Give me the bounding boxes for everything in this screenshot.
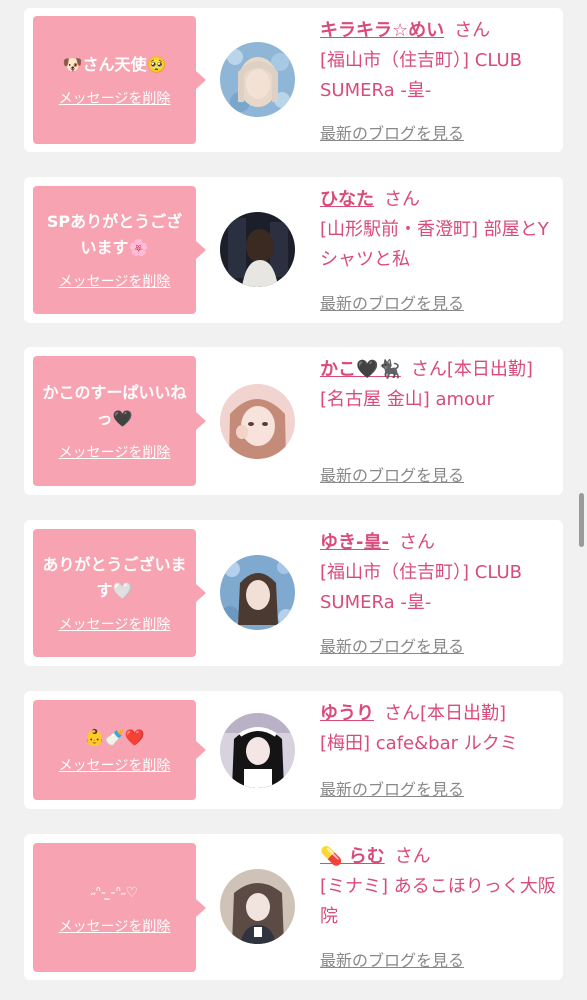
honorific: さん bbox=[384, 703, 420, 724]
message-text: ありがとうございます🤍 bbox=[42, 555, 187, 600]
cast-name-link[interactable]: 💊 らむ bbox=[320, 846, 385, 867]
message-card: かこのすーぱいいねっ🖤 メッセージを削除 かこ🖤🐈‍⬛ さん[本日出勤] [名古屋… bbox=[24, 347, 563, 495]
message-card: ˶ᐢ- ̫-ᐢ˶♡ メッセージを削除 💊 らむ さん [ミナミ] あるこほりっく大… bbox=[24, 834, 563, 980]
message-bubble: SPありがとうございます🌸 メッセージを削除 bbox=[33, 186, 206, 314]
cast-name-line: ゆき-皇- さん bbox=[320, 528, 558, 558]
cast-avatar[interactable] bbox=[220, 384, 295, 459]
latest-blog-link[interactable]: 最新のブログを見る bbox=[320, 462, 464, 486]
work-status: [本日出勤] bbox=[420, 703, 507, 724]
message-bubble: 🐶さん天使🥺 メッセージを削除 bbox=[33, 16, 206, 144]
honorific: さん bbox=[384, 189, 420, 210]
cast-name-link[interactable]: かこ🖤🐈‍⬛ bbox=[320, 359, 401, 380]
girl-photo-maid-avatar bbox=[220, 713, 295, 788]
girl-photo-uniform-avatar bbox=[220, 869, 295, 944]
delete-message-link[interactable]: メッセージを削除 bbox=[59, 88, 171, 108]
shop-name: [福山市（住吉町）] CLUB SUMERa -皇- bbox=[320, 562, 522, 613]
honorific: さん bbox=[394, 846, 431, 867]
cast-name-line: 💊 らむ さん bbox=[320, 842, 558, 872]
cast-name-line: かこ🖤🐈‍⬛ さん[本日出勤] bbox=[320, 355, 558, 385]
girl-photo-blue-avatar bbox=[220, 555, 295, 630]
cast-info: 💊 らむ さん [ミナミ] あるこほりっく大阪院 bbox=[320, 842, 558, 932]
cast-info: かこ🖤🐈‍⬛ さん[本日出勤] [名古屋 金山] amour bbox=[320, 355, 558, 415]
cast-avatar[interactable] bbox=[220, 555, 295, 630]
cast-name-line: キラキラ☆めい さん bbox=[320, 16, 558, 46]
cast-name-line: ゆうり さん[本日出勤] bbox=[320, 699, 558, 729]
message-card: 👶🍼❤️ メッセージを削除 ゆうり さん[本日出勤] [梅田] cafe&bar … bbox=[24, 691, 563, 809]
message-text: SPありがとうございます🌸 bbox=[46, 212, 183, 257]
cast-info: キラキラ☆めい さん [福山市（住吉町）] CLUB SUMERa -皇- bbox=[320, 16, 558, 106]
message-bubble: 👶🍼❤️ メッセージを削除 bbox=[33, 700, 206, 800]
shop-name: [ミナミ] あるこほりっく大阪院 bbox=[320, 876, 556, 927]
latest-blog-link[interactable]: 最新のブログを見る bbox=[320, 776, 464, 800]
message-card: ありがとうございます🤍 メッセージを削除 ゆき-皇- さん [福山市（住吉町）] … bbox=[24, 520, 563, 666]
message-text: かこのすーぱいいねっ🖤 bbox=[42, 383, 187, 428]
cast-name-link[interactable]: ゆき-皇- bbox=[320, 532, 389, 553]
honorific: さん bbox=[410, 359, 447, 380]
message-bubble: ありがとうございます🤍 メッセージを削除 bbox=[33, 529, 206, 657]
message-bubble: かこのすーぱいいねっ🖤 メッセージを削除 bbox=[33, 356, 206, 486]
message-text: ˶ᐢ- ̫-ᐢ˶♡ bbox=[90, 884, 139, 901]
girl-photo-blonde-avatar bbox=[220, 42, 295, 117]
delete-message-link[interactable]: メッセージを削除 bbox=[59, 271, 171, 291]
cast-name-link[interactable]: ゆうり bbox=[320, 703, 374, 724]
cast-info: ゆうり さん[本日出勤] [梅田] cafe&bar ルクミ bbox=[320, 699, 558, 759]
delete-message-link[interactable]: メッセージを削除 bbox=[59, 916, 171, 936]
message-text: 🐶さん天使🥺 bbox=[62, 55, 167, 74]
shop-name: [梅田] cafe&bar ルクミ bbox=[320, 733, 518, 754]
girl-photo-pink-avatar bbox=[220, 384, 295, 459]
cast-avatar[interactable] bbox=[220, 713, 295, 788]
latest-blog-link[interactable]: 最新のブログを見る bbox=[320, 120, 464, 144]
honorific: さん bbox=[398, 532, 435, 553]
cast-name-line: ひなた さん bbox=[320, 185, 558, 215]
girl-photo-dark-avatar bbox=[220, 212, 295, 287]
shop-name: [名古屋 金山] amour bbox=[320, 389, 494, 410]
shop-name: [山形駅前・香澄町] 部屋とYシャツと私 bbox=[320, 219, 549, 270]
cast-avatar[interactable] bbox=[220, 869, 295, 944]
cast-info: ひなた さん [山形駅前・香澄町] 部屋とYシャツと私 bbox=[320, 185, 558, 275]
cast-avatar[interactable] bbox=[220, 42, 295, 117]
message-bubble: ˶ᐢ- ̫-ᐢ˶♡ メッセージを削除 bbox=[33, 843, 206, 972]
delete-message-link[interactable]: メッセージを削除 bbox=[59, 442, 171, 462]
latest-blog-link[interactable]: 最新のブログを見る bbox=[320, 633, 464, 657]
work-status: [本日出勤] bbox=[446, 359, 533, 380]
scrollbar-thumb[interactable] bbox=[579, 493, 584, 547]
shop-name: [福山市（住吉町）] CLUB SUMERa -皇- bbox=[320, 50, 522, 101]
message-card: SPありがとうございます🌸 メッセージを削除 ひなた さん [山形駅前・香澄町] … bbox=[24, 177, 563, 323]
cast-name-link[interactable]: ひなた bbox=[320, 189, 374, 210]
latest-blog-link[interactable]: 最新のブログを見る bbox=[320, 290, 464, 314]
cast-name-link[interactable]: キラキラ☆めい bbox=[320, 20, 444, 41]
honorific: さん bbox=[454, 20, 491, 41]
delete-message-link[interactable]: メッセージを削除 bbox=[59, 755, 171, 775]
latest-blog-link[interactable]: 最新のブログを見る bbox=[320, 947, 464, 971]
cast-avatar[interactable] bbox=[220, 212, 295, 287]
delete-message-link[interactable]: メッセージを削除 bbox=[59, 614, 171, 634]
cast-info: ゆき-皇- さん [福山市（住吉町）] CLUB SUMERa -皇- bbox=[320, 528, 558, 618]
message-card: 🐶さん天使🥺 メッセージを削除 キラキラ☆めい さん [福山市（住吉町）] CLU… bbox=[24, 8, 563, 152]
message-text: 👶🍼❤️ bbox=[84, 728, 145, 747]
